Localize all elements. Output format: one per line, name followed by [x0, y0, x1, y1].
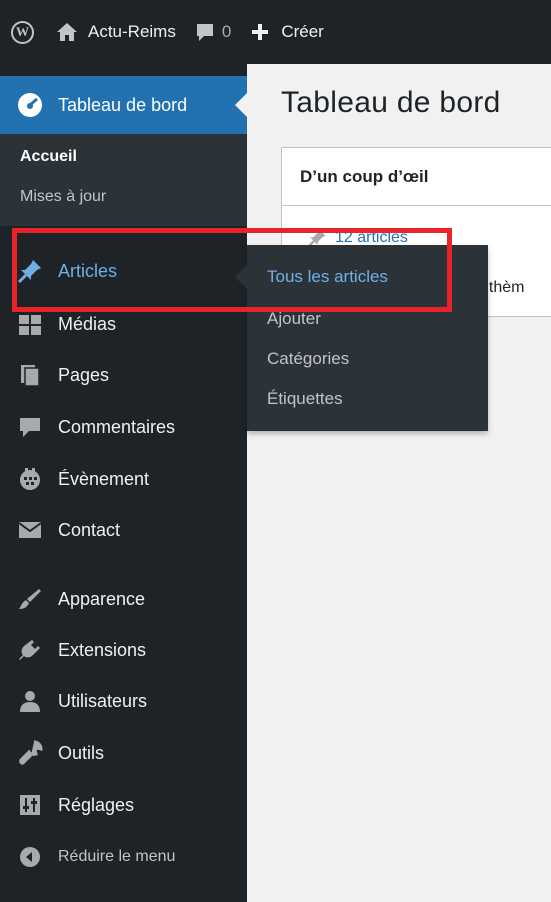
comment-bubble-icon	[194, 21, 216, 43]
submenu-accueil[interactable]: Accueil	[20, 148, 77, 166]
paintbrush-icon	[14, 583, 46, 615]
flyout-item-add[interactable]: Ajouter	[267, 309, 321, 329]
menu-item-extensions[interactable]: Extensions	[0, 625, 247, 675]
current-menu-arrow	[235, 92, 248, 118]
menu-item-pages[interactable]: Pages	[0, 350, 247, 400]
pages-icon	[14, 359, 46, 391]
collapse-arrow-icon	[14, 841, 46, 873]
menu-item-apparence[interactable]: Apparence	[0, 574, 247, 624]
widget-header[interactable]: D’un coup d’œil	[282, 148, 551, 206]
plugin-icon	[14, 634, 46, 666]
dashboard-label: Tableau de bord	[58, 94, 188, 115]
menu-item-utilisateurs[interactable]: Utilisateurs	[0, 676, 247, 726]
menu-item-contact[interactable]: Contact	[0, 505, 247, 555]
menu-item-commentaires[interactable]: Commentaires	[0, 402, 247, 452]
users-icon	[14, 685, 46, 717]
flyout-item-categories[interactable]: Catégories	[267, 349, 349, 369]
site-name-link[interactable]: Actu-Reims	[56, 0, 176, 64]
widget-title: D’un coup d’œil	[300, 167, 429, 186]
comment-icon	[14, 411, 46, 443]
admin-bar: W Actu-Reims 0 Créer	[0, 0, 551, 64]
comments-count: 0	[221, 22, 232, 41]
submenu-updates[interactable]: Mises à jour	[20, 188, 106, 206]
dashboard-submenu: Accueil Mises à jour	[0, 134, 247, 226]
admin-sidebar: Tableau de bord Accueil Mises à jour Art…	[0, 64, 248, 902]
create-label: Créer	[281, 22, 324, 41]
annotation-highlight-box	[12, 228, 452, 312]
comments-link[interactable]: 0	[194, 0, 231, 64]
envelope-icon	[14, 514, 46, 546]
wordpress-logo-button[interactable]: W	[0, 0, 56, 64]
home-icon	[56, 21, 78, 43]
menu-item-reglages[interactable]: Réglages	[0, 780, 247, 830]
flyout-item-tags[interactable]: Étiquettes	[267, 389, 343, 409]
menu-item-dashboard[interactable]: Tableau de bord	[0, 76, 248, 134]
calendar-icon	[14, 463, 46, 495]
collapse-menu-button[interactable]: Réduire le menu	[0, 832, 247, 882]
settings-icon	[14, 789, 46, 821]
menu-item-evenement[interactable]: Évènement	[0, 454, 247, 504]
media-icon	[14, 308, 46, 340]
plus-icon	[249, 21, 271, 43]
menu-item-outils[interactable]: Outils	[0, 728, 247, 778]
wrench-icon	[14, 737, 46, 769]
dashboard-gauge-icon	[14, 89, 46, 121]
page-title: Tableau de bord	[281, 86, 501, 119]
wordpress-logo-icon: W	[11, 20, 34, 44]
site-name: Actu-Reims	[88, 22, 176, 41]
create-new-button[interactable]: Créer	[249, 0, 324, 64]
